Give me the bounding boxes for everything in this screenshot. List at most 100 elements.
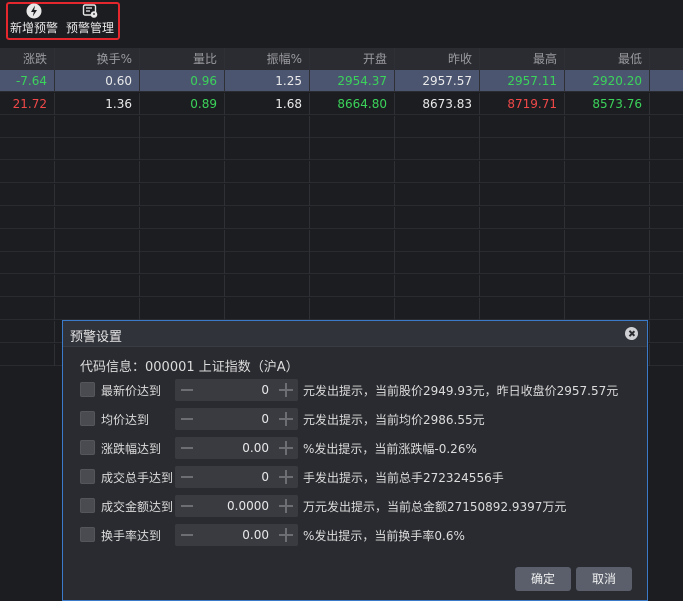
column-header[interactable]: 振幅% bbox=[225, 48, 310, 70]
table-cell bbox=[565, 206, 650, 229]
value-input[interactable] bbox=[199, 379, 269, 401]
table-cell bbox=[140, 206, 225, 229]
option-checkbox[interactable] bbox=[80, 411, 95, 426]
table-cell bbox=[310, 206, 395, 229]
table-row[interactable] bbox=[0, 275, 683, 298]
table-cell bbox=[140, 298, 225, 320]
table-cell bbox=[225, 298, 310, 320]
value-stepper bbox=[175, 408, 298, 430]
column-header[interactable]: 量比 bbox=[140, 48, 225, 70]
minus-icon[interactable] bbox=[181, 447, 193, 449]
minus-icon[interactable] bbox=[181, 476, 193, 478]
table-cell bbox=[0, 275, 55, 298]
value-input[interactable] bbox=[199, 495, 269, 517]
column-header[interactable]: 最高 bbox=[480, 48, 565, 70]
table-cell bbox=[395, 115, 480, 138]
minus-icon[interactable] bbox=[181, 389, 193, 391]
table-row[interactable] bbox=[0, 184, 683, 206]
plus-icon[interactable] bbox=[279, 441, 293, 455]
minus-icon[interactable] bbox=[181, 534, 193, 536]
table-cell bbox=[0, 161, 55, 184]
option-checkbox[interactable] bbox=[80, 527, 95, 542]
plus-icon[interactable] bbox=[279, 412, 293, 426]
table-cell bbox=[480, 184, 565, 206]
plus-icon[interactable] bbox=[279, 383, 293, 397]
alert-option: 成交总手达到 手发出提示，当前总手272324556手 bbox=[80, 466, 640, 488]
column-header[interactable]: 开盘 bbox=[310, 48, 395, 70]
alert-option: 最新价达到 元发出提示，当前股价2949.93元，昨日收盘价2957.57元 bbox=[80, 379, 640, 401]
table-cell bbox=[310, 138, 395, 161]
table-row[interactable]: -7.64 0.60 0.96 1.25 2954.37 2957.57 2957.11 29… bbox=[0, 70, 683, 92]
code-info: 代码信息：000001 上证指数（沪A） bbox=[80, 360, 299, 375]
table-cell bbox=[0, 320, 55, 343]
table-row[interactable] bbox=[0, 252, 683, 275]
value-stepper bbox=[175, 524, 298, 546]
table-cell bbox=[310, 298, 395, 320]
plus-icon[interactable] bbox=[279, 470, 293, 484]
table-cell: 0.89 bbox=[140, 92, 225, 115]
table-cell bbox=[565, 138, 650, 161]
alert-option: 成交金额达到 万元发出提示，当前总金额27150892.9397万元 bbox=[80, 495, 640, 517]
table-row[interactable] bbox=[0, 206, 683, 229]
table-cell bbox=[310, 115, 395, 138]
plus-icon[interactable] bbox=[279, 499, 293, 513]
table-cell: 1.68 bbox=[225, 92, 310, 115]
manage-alert-button[interactable]: 预警管理 bbox=[63, 3, 117, 35]
dialog-title: 预警设置 bbox=[70, 330, 123, 345]
table-cell: -7.64 bbox=[0, 70, 55, 92]
table-row[interactable] bbox=[0, 229, 683, 252]
table-cell bbox=[395, 229, 480, 252]
value-stepper bbox=[175, 379, 298, 401]
option-checkbox[interactable] bbox=[80, 469, 95, 484]
table-cell bbox=[395, 161, 480, 184]
table-row[interactable] bbox=[0, 161, 683, 184]
alert-option: 涨跌幅达到 %发出提示，当前涨跌幅-0.26% bbox=[80, 437, 640, 459]
table-cell bbox=[310, 184, 395, 206]
table-cell bbox=[310, 229, 395, 252]
table-cell: 2920.20 bbox=[565, 70, 650, 92]
value-input[interactable] bbox=[199, 437, 269, 459]
option-checkbox[interactable] bbox=[80, 440, 95, 455]
table-cell bbox=[565, 252, 650, 275]
minus-icon[interactable] bbox=[181, 418, 193, 420]
confirm-button[interactable]: 确定 bbox=[515, 567, 571, 591]
column-header[interactable]: 涨跌 bbox=[0, 48, 55, 70]
table-cell bbox=[55, 275, 140, 298]
option-hint: 万元发出提示，当前总金额27150892.9397万元 bbox=[303, 500, 567, 514]
cancel-button[interactable]: 取消 bbox=[576, 567, 632, 591]
value-input[interactable] bbox=[199, 466, 269, 488]
table-cell: 8719.71 bbox=[480, 92, 565, 115]
value-input[interactable] bbox=[199, 408, 269, 430]
table-row[interactable] bbox=[0, 115, 683, 138]
close-icon[interactable] bbox=[625, 327, 638, 340]
table-cell: 2954.37 bbox=[310, 70, 395, 92]
option-label: 换手率达到 bbox=[101, 529, 162, 543]
table-row[interactable] bbox=[0, 138, 683, 161]
value-stepper bbox=[175, 437, 298, 459]
table-cell bbox=[225, 229, 310, 252]
column-header[interactable]: 换手% bbox=[55, 48, 140, 70]
table-cell bbox=[225, 115, 310, 138]
table-cell bbox=[480, 275, 565, 298]
column-header[interactable]: 最低 bbox=[565, 48, 650, 70]
table-cell: 8573.76 bbox=[565, 92, 650, 115]
table-cell bbox=[0, 252, 55, 275]
option-hint: 元发出提示，当前股价2949.93元，昨日收盘价2957.57元 bbox=[303, 384, 619, 398]
table-cell bbox=[140, 161, 225, 184]
column-header[interactable]: 昨收 bbox=[395, 48, 480, 70]
table-row[interactable] bbox=[0, 298, 683, 320]
table-cell bbox=[0, 138, 55, 161]
table-cell: 2957.57 bbox=[395, 70, 480, 92]
plus-icon[interactable] bbox=[279, 528, 293, 542]
table-cell bbox=[225, 138, 310, 161]
add-alert-button[interactable]: 新增预警 bbox=[7, 3, 61, 35]
table-cell bbox=[565, 298, 650, 320]
table-cell bbox=[565, 229, 650, 252]
table-row[interactable]: 21.72 1.36 0.89 1.68 8664.80 8673.83 8719.71 85… bbox=[0, 92, 683, 115]
minus-icon[interactable] bbox=[181, 505, 193, 507]
option-label: 涨跌幅达到 bbox=[101, 442, 162, 456]
value-input[interactable] bbox=[199, 524, 269, 546]
option-checkbox[interactable] bbox=[80, 382, 95, 397]
alert-option: 换手率达到 %发出提示，当前换手率0.6% bbox=[80, 524, 640, 546]
option-checkbox[interactable] bbox=[80, 498, 95, 513]
